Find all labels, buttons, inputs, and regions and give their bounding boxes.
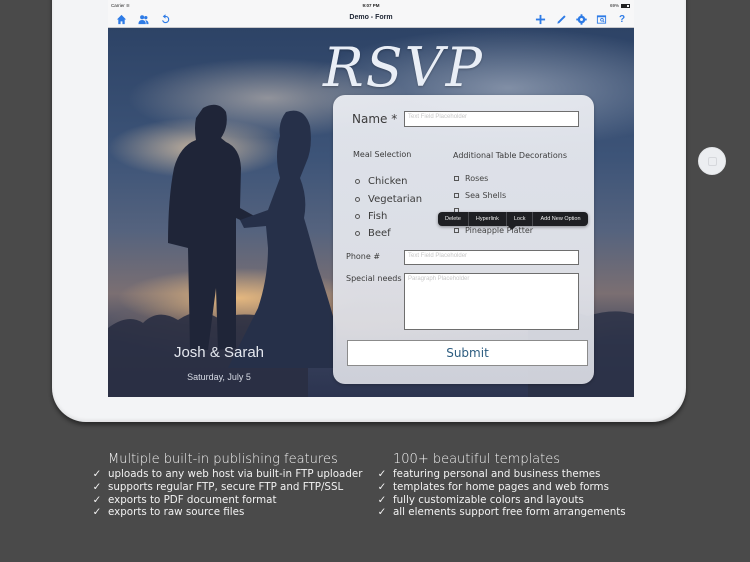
meal-option-vegetarian[interactable]: Vegetarian xyxy=(355,194,422,205)
features-publishing-heading: Multiple built-in publishing features xyxy=(108,452,338,467)
meal-option-fish[interactable]: Fish xyxy=(355,211,387,222)
pencil-icon[interactable] xyxy=(554,12,568,26)
battery-percent: 69% xyxy=(609,3,619,8)
feature-item: ✓ uploads to any web host via built-in FT… xyxy=(92,468,363,480)
preview-icon[interactable] xyxy=(594,12,608,26)
context-menu-add-new-option[interactable]: Add New Option xyxy=(533,212,587,226)
phone-input[interactable]: Text Field Placeholder xyxy=(404,250,579,265)
name-label: Name * xyxy=(352,112,398,126)
decoration-option-roses[interactable]: Roses xyxy=(454,174,488,183)
feature-item: ✓ all elements support free form arrangem… xyxy=(377,506,626,519)
name-input[interactable]: Text Field Placeholder xyxy=(404,111,579,127)
context-menu: Delete Hyperlink Lock Add New Option xyxy=(438,212,588,226)
home-button-glyph xyxy=(708,157,717,166)
phone-label: Phone # xyxy=(346,252,381,261)
feature-item: ✓ supports regular FTP, secure FTP and FT… xyxy=(92,480,344,493)
app-screen: Carrier ≋ 9:07 PM 69% Demo - Form ? RSVP… xyxy=(108,0,634,397)
meal-option-chicken[interactable]: Chicken xyxy=(355,176,408,187)
decoration-option-sea-shells[interactable]: Sea Shells xyxy=(454,191,506,200)
home-button[interactable] xyxy=(698,147,726,175)
decorations-label: Additional Table Decorations xyxy=(453,151,567,160)
radio-icon xyxy=(355,179,360,184)
checkbox-icon xyxy=(454,193,459,198)
feature-item: ✓ featuring personal and business themes xyxy=(377,468,601,480)
special-needs-label: Special needs xyxy=(346,274,402,283)
submit-button[interactable]: Submit xyxy=(347,340,588,366)
status-bar: Carrier ≋ 9:07 PM 69% xyxy=(108,0,634,10)
features-publishing: Multiple built-in publishing features ✓ u… xyxy=(92,452,363,519)
radio-icon xyxy=(355,214,360,219)
checkbox-icon xyxy=(454,228,459,233)
check-icon: ✓ xyxy=(92,506,102,519)
feature-item: ✓ exports to PDF document format xyxy=(92,493,277,506)
plus-icon[interactable] xyxy=(533,12,547,26)
gear-icon[interactable] xyxy=(574,12,588,26)
check-icon: ✓ xyxy=(377,468,387,480)
check-icon: ✓ xyxy=(92,493,102,506)
radio-icon xyxy=(355,231,360,236)
decoration-option-pineapple-platter[interactable]: Pineapple Platter xyxy=(454,226,533,235)
feature-item: ✓ exports to raw source files xyxy=(92,506,245,519)
battery-indicator: 69% xyxy=(610,3,630,8)
event-date: Saturday, July 5 xyxy=(187,372,251,382)
context-menu-lock[interactable]: Lock xyxy=(507,212,534,226)
checkbox-icon xyxy=(454,176,459,181)
radio-icon xyxy=(355,197,360,202)
nav-bar: Demo - Form ? xyxy=(108,10,634,28)
meal-option-beef[interactable]: Beef xyxy=(355,228,391,239)
clock: 9:07 PM xyxy=(362,3,380,8)
features-templates: 100+ beautiful templates ✓ featuring pers… xyxy=(377,452,626,519)
features-templates-heading: 100+ beautiful templates xyxy=(393,452,561,467)
check-icon: ✓ xyxy=(92,480,102,493)
help-icon[interactable]: ? xyxy=(615,12,629,26)
context-menu-pointer xyxy=(508,226,516,230)
check-icon: ✓ xyxy=(377,506,387,519)
check-icon: ✓ xyxy=(92,468,102,480)
special-needs-textarea[interactable]: Paragraph Placeholder xyxy=(404,273,579,330)
context-menu-delete[interactable]: Delete xyxy=(438,212,469,226)
context-menu-hyperlink[interactable]: Hyperlink xyxy=(469,212,507,226)
page-heading: RSVP xyxy=(323,36,484,99)
feature-item: ✓ fully customizable colors and layouts xyxy=(377,493,584,506)
rsvp-form: Name * Text Field Placeholder Meal Selec… xyxy=(333,95,594,384)
meal-selection-label: Meal Selection xyxy=(353,150,412,159)
battery-icon xyxy=(621,3,630,8)
check-icon: ✓ xyxy=(377,493,387,506)
check-icon: ✓ xyxy=(377,480,387,493)
feature-item: ✓ templates for home pages and web forms xyxy=(377,480,609,493)
couple-names: Josh & Sarah xyxy=(173,344,265,361)
battery-fill xyxy=(622,4,627,7)
